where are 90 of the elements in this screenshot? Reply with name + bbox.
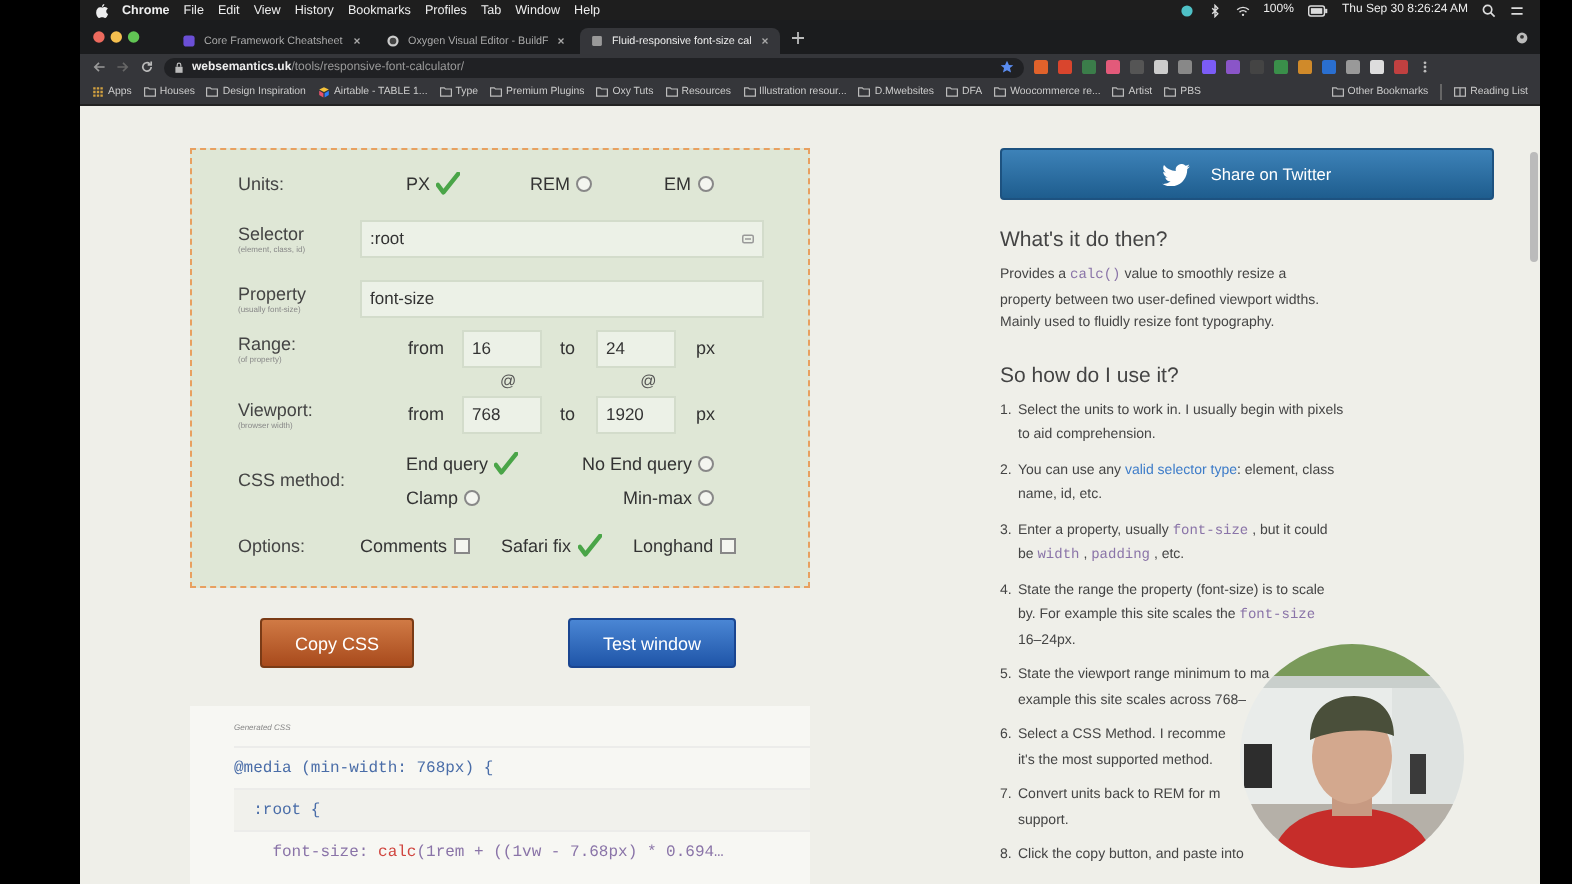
section-heading: So how do I use it? <box>1000 363 1181 387</box>
folder-icon <box>743 86 755 98</box>
check-icon[interactable] <box>494 452 519 476</box>
test-window-button[interactable]: Test window <box>568 618 736 668</box>
square-icon <box>590 34 604 48</box>
text-field[interactable]: :root <box>360 219 764 257</box>
key-icon[interactable] <box>742 233 754 243</box>
folder-icon <box>1112 86 1125 98</box>
close-icon[interactable] <box>556 36 566 46</box>
text-field[interactable]: font-size <box>360 279 764 317</box>
checkbox[interactable] <box>453 538 470 554</box>
range-word: to <box>560 338 578 358</box>
number-field[interactable]: 16 <box>462 329 542 367</box>
option-label: End query <box>406 454 489 474</box>
range-word: from <box>408 338 446 358</box>
circle-icon <box>386 34 400 48</box>
check-icon[interactable] <box>577 534 602 558</box>
close-icon[interactable] <box>352 36 362 46</box>
option-label: No End query <box>581 454 692 474</box>
lock-icon <box>174 61 184 73</box>
unit-label: px <box>696 404 716 424</box>
folder-icon <box>596 86 609 98</box>
folder-icon <box>206 86 219 98</box>
cube-icon <box>317 86 330 98</box>
field-label: CSS method: <box>238 470 348 490</box>
status-dot-icon[interactable] <box>1179 3 1194 17</box>
square-icon <box>182 34 196 48</box>
folder-icon <box>1331 86 1344 98</box>
star-icon[interactable] <box>1000 60 1014 74</box>
radio-button[interactable] <box>698 456 714 472</box>
number-field[interactable]: 1920 <box>596 395 676 433</box>
wifi-icon[interactable] <box>1235 3 1250 17</box>
back-icon[interactable] <box>92 60 106 74</box>
at-sign: @ <box>500 372 517 390</box>
unit-label: px <box>696 338 716 358</box>
field-label: Viewport: <box>238 399 315 419</box>
folder-icon <box>490 86 503 98</box>
range-word: from <box>408 404 446 424</box>
battery-icon[interactable] <box>1307 3 1328 17</box>
section-heading: What's it do then? <box>1000 228 1170 252</box>
option-label: EM <box>664 174 691 194</box>
search-icon[interactable] <box>1482 3 1496 17</box>
copy-button[interactable]: Copy CSS <box>260 618 414 668</box>
folder-icon <box>439 86 452 98</box>
folder-icon <box>994 86 1007 98</box>
folder-icon <box>143 86 156 98</box>
option-label: Min-max <box>622 488 692 508</box>
radio-button[interactable] <box>464 490 481 506</box>
reload-icon[interactable] <box>140 60 154 74</box>
radio-button[interactable] <box>697 176 713 192</box>
bird-icon <box>1162 163 1191 185</box>
bluetooth-icon[interactable] <box>1207 3 1222 17</box>
window-controls-icon[interactable] <box>92 30 144 44</box>
control-center-icon[interactable] <box>1510 3 1524 17</box>
number-field[interactable]: 768 <box>462 395 542 433</box>
folder-icon <box>665 86 678 98</box>
range-word: to <box>560 404 578 424</box>
plus-icon[interactable] <box>792 31 804 43</box>
field-label: Range: <box>238 333 299 353</box>
folder-icon <box>858 86 871 98</box>
apple-logo-icon <box>96 3 108 17</box>
field-label: Property <box>238 283 309 303</box>
check-icon[interactable] <box>436 172 461 196</box>
at-sign: @ <box>640 372 657 390</box>
option-label: PX <box>406 174 431 194</box>
code-line: font-size: calc(1rem + ((1vw - 7.68px) * 0.694… <box>270 843 724 861</box>
option-label: Safari fix <box>501 536 572 556</box>
close-icon[interactable] <box>760 36 770 46</box>
field-label: Options: <box>238 536 308 556</box>
option-label: Clamp <box>406 488 459 508</box>
folder-icon <box>1164 86 1177 98</box>
field-label: Units: <box>238 174 287 194</box>
share-twitter-button[interactable]: Share on Twitter <box>1000 148 1494 200</box>
more-icon[interactable] <box>1418 60 1432 74</box>
profile-icon[interactable] <box>1516 31 1528 43</box>
option-label: REM <box>530 174 570 194</box>
number-field[interactable]: 24 <box>596 329 676 367</box>
scrollbar-thumb[interactable] <box>1530 152 1538 262</box>
code-line: @media (min-width: 768px) { <box>234 759 494 777</box>
folder-icon <box>946 86 959 98</box>
option-label: Comments <box>360 536 448 556</box>
option-label: Longhand <box>633 536 714 556</box>
grid-icon <box>92 86 104 98</box>
forward-icon[interactable] <box>116 60 130 74</box>
checkbox[interactable] <box>719 538 736 554</box>
radio-button[interactable] <box>698 490 714 506</box>
reading-list-icon <box>1454 86 1467 98</box>
field-label: Selector <box>238 223 307 243</box>
code-line: :root { <box>251 801 321 819</box>
radio-button[interactable] <box>576 176 592 192</box>
